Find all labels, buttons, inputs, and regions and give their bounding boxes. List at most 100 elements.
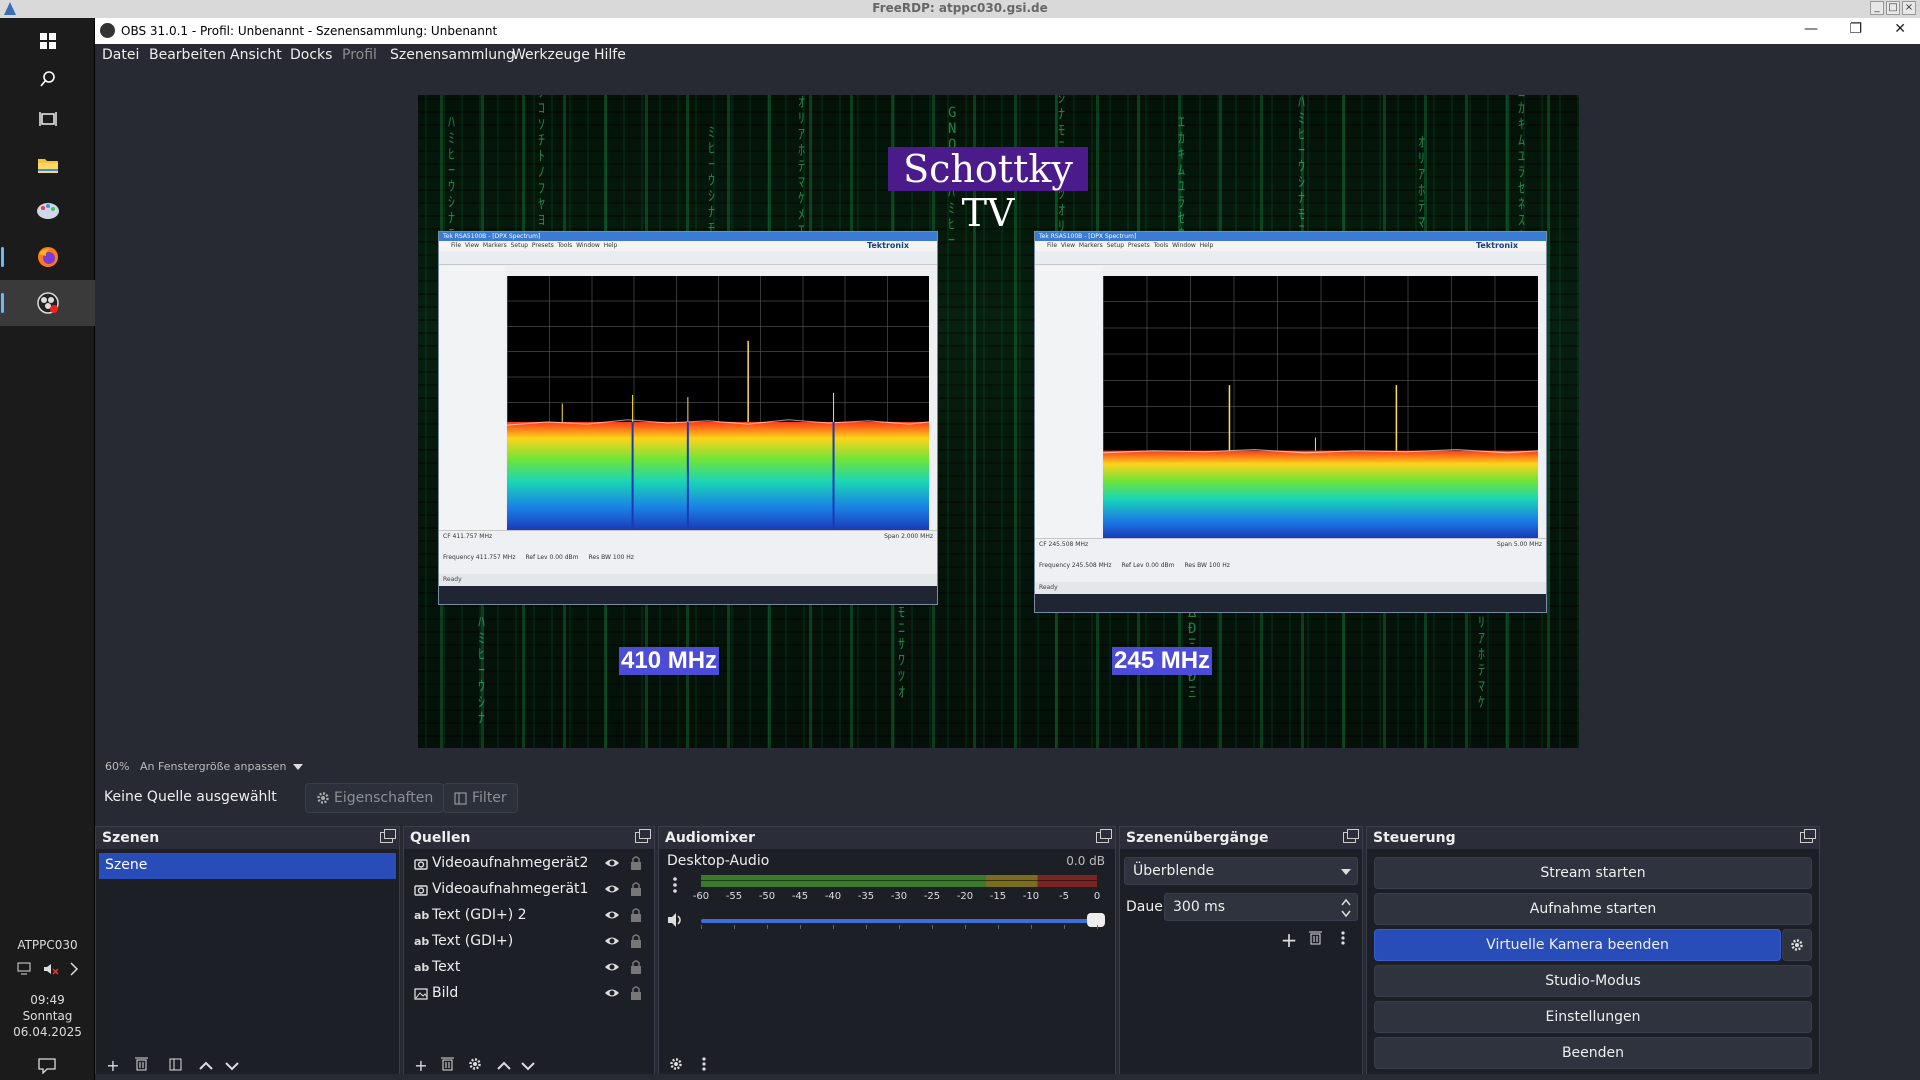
more-vertical-icon [1341,931,1345,945]
menu-bearbeiten[interactable]: Bearbeiten [149,47,226,63]
analyzer-taskbar [439,586,937,604]
menu-docks[interactable]: Docks [290,47,332,63]
firefox-icon[interactable] [0,234,95,280]
analyzer-controls: CF 411.757 MHz Span 2.000 MHz Frequency … [439,530,937,574]
volume-muted-icon[interactable] [43,962,59,976]
rdp-minimize-button[interactable]: _ [1870,1,1884,15]
start-recording-button[interactable]: Aufnahme starten [1374,893,1812,925]
minimize-button[interactable]: — [1804,21,1818,37]
window-title: OBS 31.0.1 - Profil: Unbenannt - Szenens… [121,24,498,38]
properties-label: Eigenschaften [334,790,434,806]
source-item[interactable]: ab Text [406,955,652,981]
menu-datei[interactable]: Datei [102,47,139,63]
hostname: ATPPC030 [17,938,78,952]
clock-weekday: Sonntag [22,1009,73,1023]
audio-mixer-dock: Audiomixer Desktop-Audio 0.0 dB -60 -55 -5… [658,826,1116,1080]
task-view-icon[interactable] [0,96,95,142]
undock-icon[interactable] [380,829,396,843]
properties-button[interactable]: Eigenschaften [305,783,445,813]
network-icon[interactable] [17,962,33,976]
notification-icon[interactable] [38,1058,56,1074]
chevron-up-icon [199,1061,213,1070]
volume-slider-handle[interactable] [1087,913,1105,927]
eye-icon[interactable] [604,856,620,870]
source-item[interactable]: ab Text (GDI+) 2 [406,903,652,929]
source-name: Videoaufnahmegerät2 [432,855,589,871]
eye-icon[interactable] [604,882,620,896]
preview-canvas[interactable]: ﾊﾐﾋｰｳｼﾅﾓﾆｻﾜﾂｵﾘｱﾎﾃ ｸｺｿﾁﾄﾉﾌﾔﾖﾙﾚﾛﾝ01234 ﾐﾋｰ… [418,95,1579,748]
virtual-camera-settings-button[interactable] [1782,929,1812,961]
chevron-right-icon[interactable] [69,962,79,976]
transitions-title: Szenenübergänge [1126,830,1269,846]
studio-mode-button[interactable]: Studio-Modus [1374,965,1812,997]
source-item[interactable]: ab Text (GDI+) [406,929,652,955]
speaker-icon[interactable] [667,912,685,928]
scene-item[interactable]: Szene [99,853,396,879]
menu-profil[interactable]: Profil [342,47,377,63]
clock-time: 09:49 [30,993,65,1007]
source-item[interactable]: Videoaufnahmegerät2 [406,851,652,877]
lock-icon[interactable] [630,907,642,923]
filter-button[interactable]: Filter [443,783,518,813]
exit-button[interactable]: Beenden [1374,1037,1812,1069]
analyzer-status-bar: Ready [439,574,937,586]
paint-app-icon[interactable] [0,188,95,234]
lock-icon[interactable] [630,881,642,897]
undock-icon[interactable] [1343,829,1359,843]
restore-button[interactable]: ❐ [1849,21,1862,37]
rdp-close-button[interactable]: × [1902,1,1916,15]
eye-icon[interactable] [604,908,620,922]
lock-icon[interactable] [630,985,642,1001]
analyzer-span: Span 5.00 MHz [1496,541,1542,548]
transition-select[interactable]: Überblende [1124,857,1358,885]
right-frequency-label: 245 MHz [1112,647,1213,675]
file-explorer-icon[interactable] [0,142,95,188]
meter-tick-label: -35 [857,891,875,902]
settings-button[interactable]: Einstellungen [1374,1001,1812,1033]
undock-icon[interactable] [1800,829,1816,843]
zoom-level[interactable]: 60% [105,760,129,773]
analyzer-ref-lev: 0.00 dBm [549,554,579,561]
analyzer-toolbar: Tektronix [1035,241,1546,265]
lock-icon[interactable] [630,959,642,975]
remove-transition-button[interactable] [1304,929,1326,951]
track-menu-icon[interactable] [673,877,677,893]
menu-werkzeuge[interactable]: Werkzeuge [512,47,590,63]
undock-icon[interactable] [635,829,651,843]
source-item[interactable]: Bild [406,981,652,1007]
eye-icon[interactable] [604,934,620,948]
spin-up-icon[interactable] [1341,898,1351,906]
stop-virtual-camera-button[interactable]: Virtuelle Kamera beenden [1374,929,1781,961]
lock-icon[interactable] [630,933,642,949]
start-stream-button[interactable]: Stream starten [1374,857,1812,889]
spin-down-icon[interactable] [1341,910,1351,918]
zoom-fit-label[interactable]: An Fenstergröße anpassen [140,760,286,773]
add-transition-button[interactable]: + [1278,929,1300,951]
volume-slider[interactable] [701,919,1097,923]
analyzer-center-freq: CF 245.508 MHz [1039,541,1089,548]
meter-tick-label: 0 [1093,891,1101,902]
eye-icon[interactable] [604,986,620,1000]
gear-icon [469,1058,481,1070]
meter-tick-label: -55 [725,891,743,902]
menu-hilfe[interactable]: Hilfe [594,47,626,63]
source-name: Videoaufnahmegerät1 [432,881,589,897]
menu-szenensammlung[interactable]: Szenensammlung [390,47,515,63]
zoom-dropdown-icon[interactable] [293,764,303,770]
transition-menu-button[interactable] [1332,929,1354,951]
gear-icon [1791,939,1803,951]
obs-icon[interactable] [0,280,95,326]
lock-icon[interactable] [630,855,642,871]
menu-ansicht[interactable]: Ansicht [230,47,282,63]
volume-tick-mark [800,925,801,929]
duration-field[interactable]: 300 ms [1164,893,1358,921]
analyzer-res-bw: 100 Hz [612,554,634,561]
close-button[interactable]: ✕ [1894,21,1906,37]
trash-icon [440,1057,454,1071]
rdp-maximize-button[interactable]: □ [1886,1,1900,15]
source-item[interactable]: Videoaufnahmegerät1 [406,877,652,903]
status-bar [95,1074,1920,1080]
undock-icon[interactable] [1096,829,1112,843]
eye-icon[interactable] [604,960,620,974]
analyzer-window-title: Tek RSA5100B - [DPX Spectrum] [1035,232,1546,241]
